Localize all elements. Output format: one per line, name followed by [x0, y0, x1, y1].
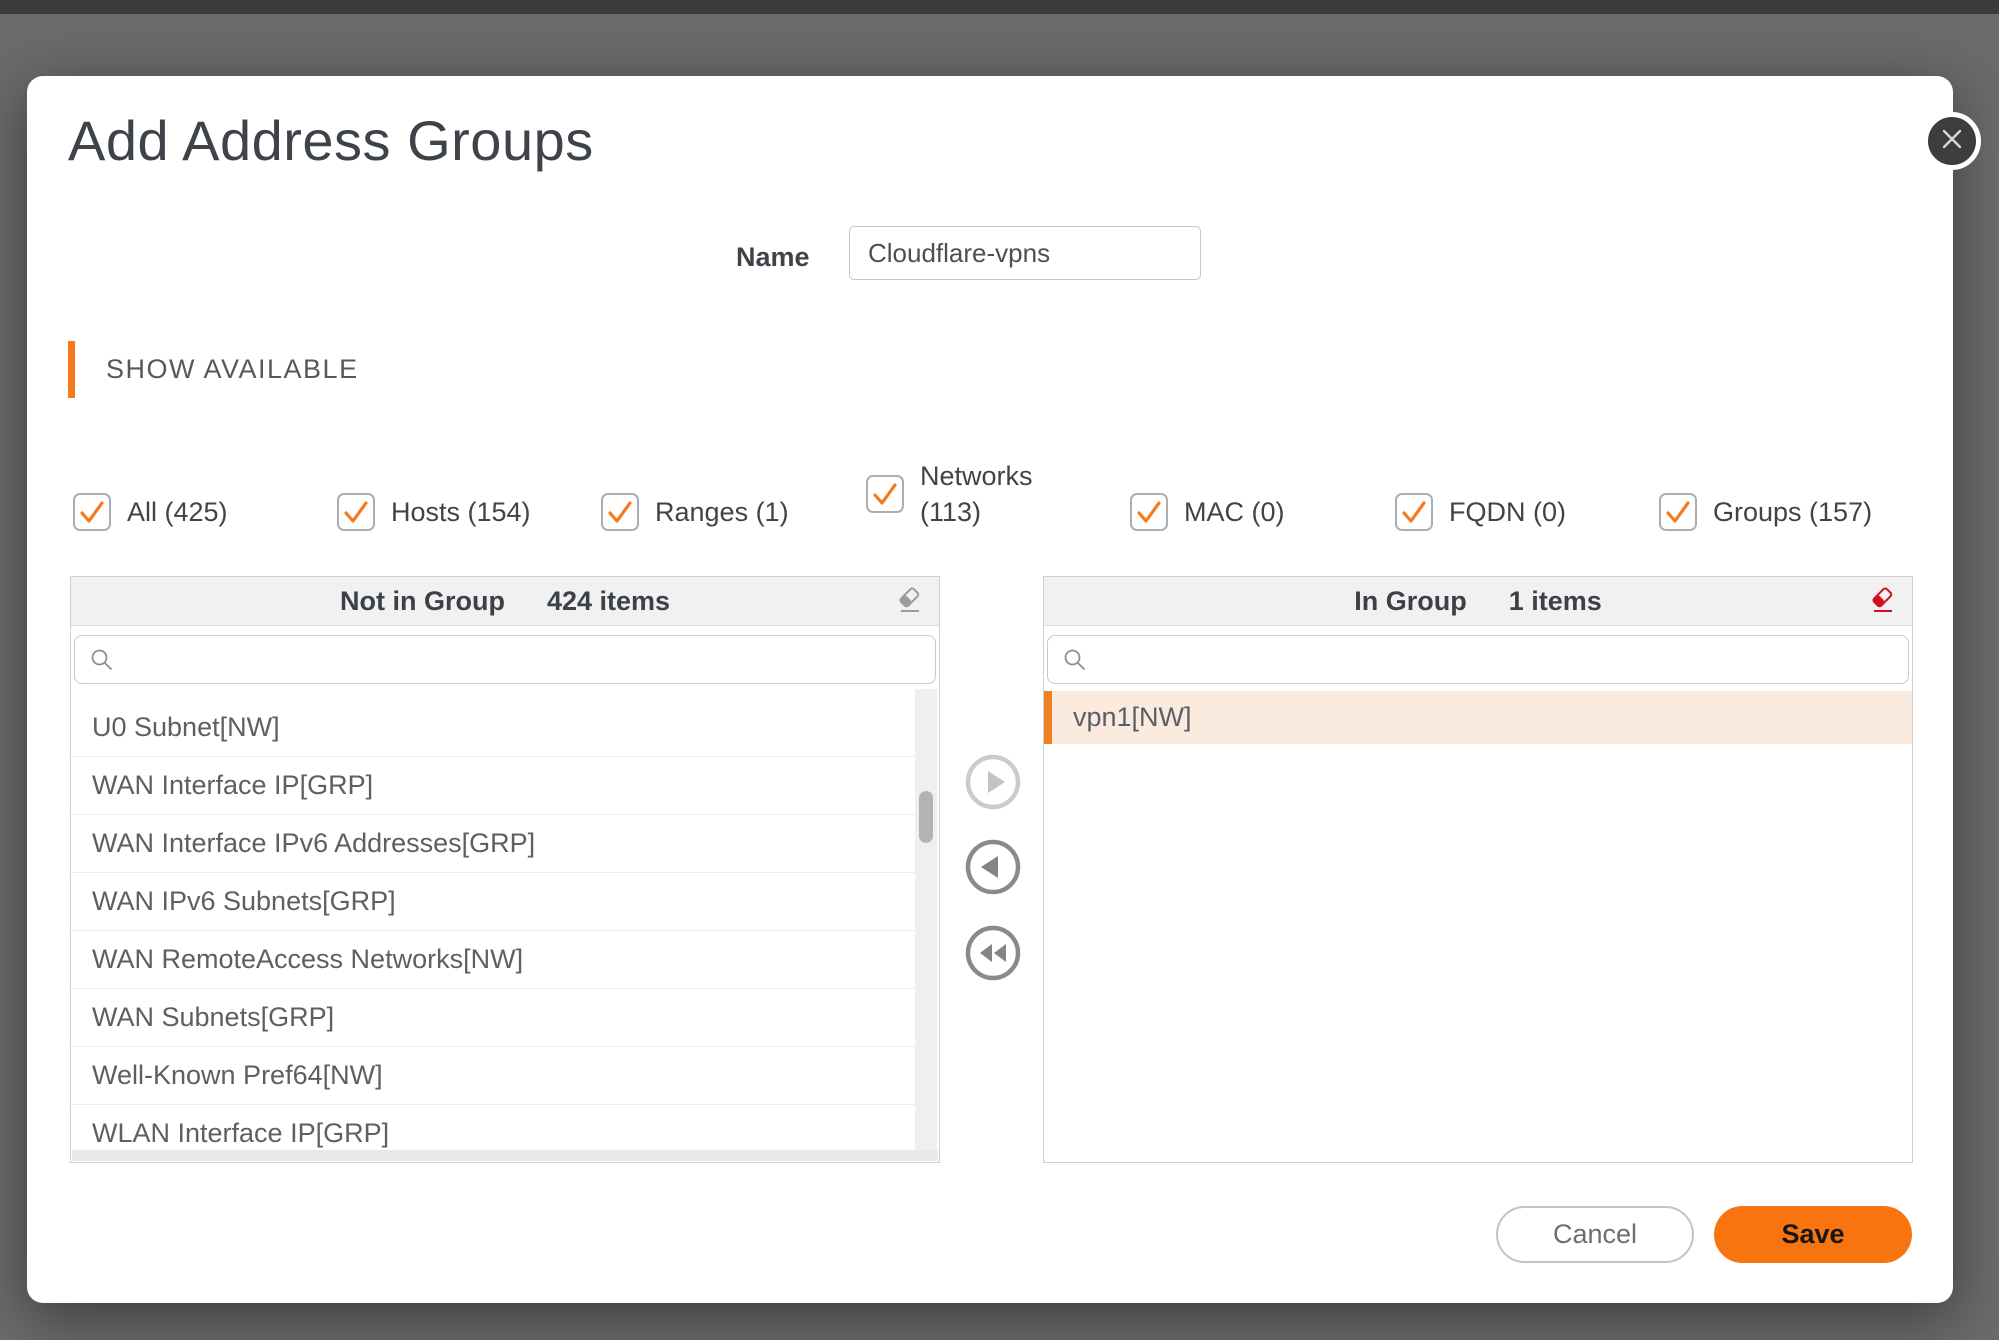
- section-accent-bar: [68, 341, 75, 398]
- list-item[interactable]: U0 Subnet[NW]: [71, 699, 939, 757]
- check-icon: [339, 495, 373, 529]
- eraser-icon: [893, 584, 927, 618]
- checkbox: [601, 493, 639, 531]
- checkbox: [1130, 493, 1168, 531]
- panel-item-count: 424 items: [547, 586, 670, 617]
- filter-label: Networks (113): [920, 458, 1040, 530]
- close-icon: [1937, 124, 1967, 159]
- list-item-label: WAN RemoteAccess Networks[NW]: [92, 944, 523, 975]
- list-item[interactable]: WAN Interface IP[GRP]: [71, 757, 939, 815]
- save-button[interactable]: Save: [1714, 1206, 1912, 1263]
- list-item-label: Well-Known Pref64[NW]: [92, 1060, 383, 1091]
- check-icon: [1132, 495, 1166, 529]
- list-item[interactable]: WAN Interface IPv6 Addresses[GRP]: [71, 815, 939, 873]
- not-in-group-header: Not in Group 424 items: [71, 577, 939, 626]
- in-group-list: vpn1[NW]: [1044, 691, 1912, 1161]
- filter-label: MAC (0): [1184, 497, 1285, 528]
- panel-title: Not in Group: [340, 586, 505, 617]
- scrollbar-thumb[interactable]: [919, 791, 933, 843]
- search-input[interactable]: [1098, 639, 1908, 681]
- check-icon: [868, 477, 902, 511]
- not-in-group-search: [74, 635, 936, 684]
- arrow-left-icon: [965, 839, 1021, 895]
- add-address-groups-dialog: Add Address Groups Name SHOW AVAILABLE A…: [27, 76, 1953, 1303]
- arrow-right-icon: [965, 754, 1021, 810]
- checkbox: [866, 475, 904, 513]
- move-all-left-button[interactable]: [965, 925, 1021, 981]
- list-item-selected[interactable]: vpn1[NW]: [1044, 691, 1912, 744]
- list-item-label: WAN Interface IP[GRP]: [92, 770, 373, 801]
- list-item-label: vpn1[NW]: [1073, 702, 1192, 733]
- in-group-header: In Group 1 items: [1044, 577, 1912, 626]
- list-item[interactable]: WAN IPv6 Subnets[GRP]: [71, 873, 939, 931]
- panel-title: In Group: [1354, 586, 1466, 617]
- filter-checkbox-mac[interactable]: MAC (0): [1130, 493, 1285, 531]
- cancel-button[interactable]: Cancel: [1496, 1206, 1694, 1263]
- search-icon: [1062, 647, 1088, 673]
- move-right-button[interactable]: [965, 754, 1021, 810]
- horizontal-scrollbar[interactable]: [72, 1150, 938, 1161]
- filter-label: All (425): [127, 497, 228, 528]
- list-item-label: WAN Subnets[GRP]: [92, 1002, 334, 1033]
- checkbox: [337, 493, 375, 531]
- list-item-label: WLAN Interface IP[GRP]: [92, 1118, 389, 1149]
- check-icon: [1397, 495, 1431, 529]
- search-icon: [89, 647, 115, 673]
- filter-checkbox-groups[interactable]: Groups (157): [1659, 493, 1872, 531]
- move-left-button[interactable]: [965, 839, 1021, 895]
- list-item-label: WAN Interface IPv6 Addresses[GRP]: [92, 828, 535, 859]
- checkbox: [1659, 493, 1697, 531]
- double-arrow-left-icon: [965, 925, 1021, 981]
- background-top-strip: [0, 0, 1999, 14]
- name-field-label: Name: [736, 242, 836, 273]
- clear-list-button[interactable]: [893, 584, 927, 618]
- in-group-search: [1047, 635, 1909, 684]
- filter-label: Hosts (154): [391, 497, 531, 528]
- list-item-label: WAN IPv6 Subnets[GRP]: [92, 886, 396, 917]
- not-in-group-panel: Not in Group 424 items U0 Subnet[NW] WAN…: [70, 576, 940, 1163]
- filter-checkbox-networks[interactable]: Networks (113): [866, 475, 1040, 513]
- filter-checkbox-ranges[interactable]: Ranges (1): [601, 493, 789, 531]
- filter-label: FQDN (0): [1449, 497, 1566, 528]
- search-input[interactable]: [125, 639, 935, 681]
- checkbox: [1395, 493, 1433, 531]
- selection-accent-bar: [1044, 691, 1052, 744]
- close-button[interactable]: [1923, 112, 1981, 170]
- check-icon: [75, 495, 109, 529]
- filter-checkbox-hosts[interactable]: Hosts (154): [337, 493, 531, 531]
- clear-list-button[interactable]: [1866, 584, 1900, 618]
- name-input[interactable]: [849, 226, 1201, 280]
- filter-checkbox-fqdn[interactable]: FQDN (0): [1395, 493, 1566, 531]
- vertical-scrollbar[interactable]: [915, 689, 937, 1150]
- list-item[interactable]: WAN Subnets[GRP]: [71, 989, 939, 1047]
- filter-checkbox-all[interactable]: All (425): [73, 493, 228, 531]
- list-item-label: U0 Subnet[NW]: [92, 712, 280, 743]
- check-icon: [1661, 495, 1695, 529]
- in-group-panel: In Group 1 items vpn1[NW]: [1043, 576, 1913, 1163]
- filter-label: Groups (157): [1713, 497, 1872, 528]
- not-in-group-list: U0 Subnet[NW] WAN Interface IP[GRP] WAN …: [71, 699, 939, 1161]
- dialog-title: Add Address Groups: [68, 108, 594, 173]
- check-icon: [603, 495, 637, 529]
- panel-item-count: 1 items: [1509, 586, 1602, 617]
- list-item[interactable]: WAN RemoteAccess Networks[NW]: [71, 931, 939, 989]
- checkbox: [73, 493, 111, 531]
- section-title: SHOW AVAILABLE: [106, 354, 359, 385]
- list-item[interactable]: Well-Known Pref64[NW]: [71, 1047, 939, 1105]
- filter-label: Ranges (1): [655, 497, 789, 528]
- eraser-icon: [1866, 584, 1900, 618]
